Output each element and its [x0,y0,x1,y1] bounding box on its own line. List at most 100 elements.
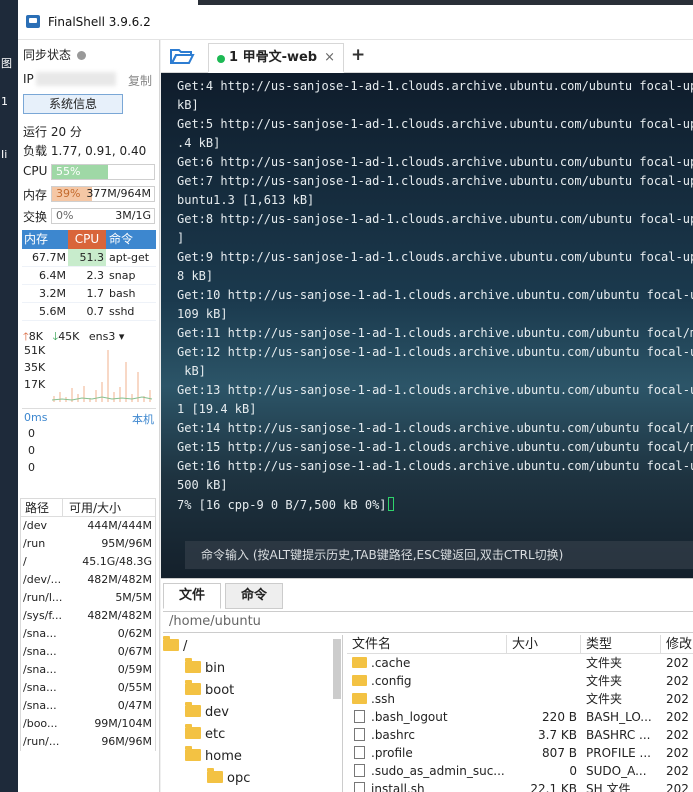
disk-size-value: 0/47M [117,699,152,712]
ping-host-select[interactable]: 本机 [132,411,154,427]
file-row[interactable]: .cache 文件夹 202 [347,654,693,672]
disk-row[interactable]: /sna... 0/62M [21,625,155,643]
file-modified: 202 [666,728,689,742]
ip-label: IP [23,72,34,86]
file-row[interactable]: .profile 807 B PROFILE ... 202 [347,744,693,762]
col-modified[interactable]: 修改 [661,635,693,653]
disk-size-value: 95M/96M [101,537,152,550]
file-name-cell: .cache [347,654,507,672]
file-name-cell: .bashrc [347,726,507,744]
disk-row[interactable]: /run 95M/96M [21,535,155,553]
proc-col-mem[interactable]: 内存 [22,230,68,249]
tree-node[interactable]: opc [207,768,250,786]
tab-files[interactable]: 文件 [163,583,221,609]
system-info-button[interactable]: 系统信息 [23,94,123,114]
file-name: .profile [371,746,413,760]
proc-col-cmd[interactable]: 命令 [106,230,156,249]
process-row[interactable]: 6.4M 2.3 snap [22,267,156,285]
tree-node-label: dev [205,705,229,720]
disk-size: 482M/482M [63,571,155,589]
terminal-line: 7% [16 cpp-9 0 B/7,500 kB 0%] [177,497,394,512]
sync-status: 同步状态 [23,46,87,63]
file-row[interactable]: .bashrc 3.7 KB BASHRC ... 202 [347,726,693,744]
edge-char: 1 [1,95,8,108]
disk-col-path[interactable]: 路径 [21,499,63,516]
command-input[interactable]: 命令输入 (按ALT键提示历史,TAB键路径,ESC键返回,双击CTRL切换) [185,541,693,569]
file-type: BASHRC ... [586,728,651,742]
terminal-line: Get:15 http://us-sanjose-1-ad-1.clouds.a… [177,440,693,454]
disk-path: /sna... [23,645,57,658]
disk-row[interactable]: /dev 444M/444M [21,517,155,535]
net-y-label: 17K [24,378,46,391]
disk-size-value: 0/59M [117,663,152,676]
net-y-label: 51K [24,344,46,357]
disk-path: / [23,555,27,568]
proc-cpu: 51.3 [68,249,106,266]
disk-path: /dev/... [23,573,62,586]
main-area: 1 甲骨文-web × + 命令输入 (按ALT键提示历史,TAB键路径,ESC… [161,40,693,792]
tab-commands[interactable]: 命令 [225,583,283,609]
disk-row[interactable]: /boo... 99M/104M [21,715,155,733]
terminal-line: 500 kB] [177,478,228,492]
terminal-line: Get:10 http://us-sanjose-1-ad-1.clouds.a… [177,288,693,302]
file-row[interactable]: install.sh 22.1 KB SH 文件 202 [347,780,693,792]
proc-cmd: sshd [109,305,135,318]
terminal-line: buntu1.3 [1,613 kB] [177,193,315,207]
sync-label: 同步状态 [23,48,72,62]
add-tab-button[interactable]: + [351,45,365,65]
disk-row[interactable]: /sna... 0/55M [21,679,155,697]
title-bar[interactable]: FinalShell 3.9.6.2 [18,0,693,40]
mem-percent: 39% [56,187,81,200]
process-row[interactable]: 3.2M 1.7 bash [22,285,156,303]
disk-row[interactable]: /sna... 0/59M [21,661,155,679]
disk-row[interactable]: /sna... 0/47M [21,697,155,715]
disk-row[interactable]: /dev/... 482M/482M [21,571,155,589]
folder-open-icon[interactable] [169,46,195,66]
file-row[interactable]: .config 文件夹 202 [347,672,693,690]
sync-dot-icon [77,51,87,60]
folder-icon [352,657,367,668]
tab-session[interactable]: 1 甲骨文-web × [208,43,344,73]
copy-ip-button[interactable]: 复制 [128,72,152,89]
tree-scrollbar[interactable] [333,639,341,699]
net-y-label: 35K [24,361,46,374]
uptime: 运行 20 分 [23,125,82,139]
file-list: 文件名 大小 类型 修改 .cache 文件夹 202 .config 文件夹 202 .s… [347,635,693,792]
file-modified: 202 [666,764,689,778]
terminal[interactable]: 命令输入 (按ALT键提示历史,TAB键路径,ESC键返回,双击CTRL切换) … [161,73,693,578]
file-row[interactable]: .bash_logout 220 B BASH_LO... 202 [347,708,693,726]
process-row[interactable]: 5.6M 0.7 sshd [22,303,156,321]
col-type[interactable]: 类型 [581,635,661,653]
col-name[interactable]: 文件名 [347,635,507,653]
disk-row[interactable]: / 45.1G/48.3G [21,553,155,571]
disk-row[interactable]: /run/... 96M/96M [21,733,155,751]
terminal-line: ] [177,231,185,245]
file-type: 文件夹 [586,692,623,706]
process-row[interactable]: 67.7M 51.3 apt-get [22,249,156,267]
proc-col-cpu[interactable]: CPU [68,230,106,249]
terminal-line: kB] [177,364,206,378]
file-row[interactable]: .sudo_as_admin_suc... 0 SUDO_A... 202 [347,762,693,780]
terminal-line: Get:11 http://us-sanjose-1-ad-1.clouds.a… [177,326,693,340]
close-tab-icon[interactable]: × [324,44,335,72]
path-input[interactable]: /home/ubuntu [163,611,693,633]
file-row[interactable]: .ssh 文件夹 202 [347,690,693,708]
disk-row[interactable]: /sys/f... 482M/482M [21,607,155,625]
tree-node[interactable]: dev [185,702,229,720]
tree-node[interactable]: home [185,746,242,764]
process-header: 内存 CPU 命令 [22,230,156,249]
col-size[interactable]: 大小 [507,635,581,653]
disk-row[interactable]: /sna... 0/67M [21,643,155,661]
ping-label: 0ms [24,411,48,424]
disk-size: 0/59M [63,661,155,679]
file-type: 文件夹 [586,674,623,688]
tree-node[interactable]: boot [185,680,234,698]
tree-node[interactable]: bin [185,658,225,676]
tree-node[interactable]: / [163,636,187,654]
disk-col-size[interactable]: 可用/大小 [63,499,155,516]
window-title: FinalShell 3.9.6.2 [48,15,151,29]
tree-node[interactable]: etc [185,724,225,742]
file-size: 220 B [542,710,577,724]
proc-mem: 5.6M [39,305,66,318]
disk-row[interactable]: /run/l... 5M/5M [21,589,155,607]
